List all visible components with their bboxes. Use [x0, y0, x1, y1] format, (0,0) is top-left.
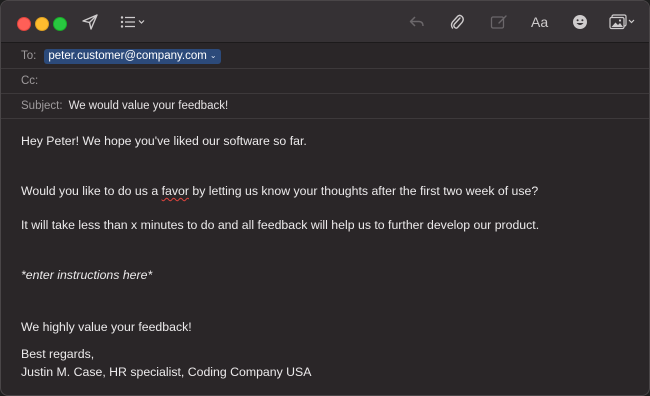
recipient-chip[interactable]: peter.customer@company.com ⌄ — [44, 48, 221, 64]
instructions-line: *enter instructions here* — [21, 268, 153, 282]
greeting-line: Hey Peter! We hope you've liked our soft… — [21, 134, 307, 148]
photo-browser-icon[interactable] — [609, 12, 637, 32]
subject-field[interactable]: We would value your feedback! — [69, 100, 229, 112]
send-icon[interactable] — [81, 12, 99, 32]
toolbar: Aa — [1, 1, 649, 43]
value-line: We highly value your feedback! — [21, 320, 192, 334]
subject-row[interactable]: Subject: We would value your feedback! — [1, 94, 649, 119]
minimize-window-button[interactable] — [35, 17, 49, 31]
font-icon[interactable]: Aa — [531, 12, 548, 32]
emoji-icon[interactable] — [572, 12, 588, 32]
signature-line: Justin M. Case, HR specialist, Coding Co… — [21, 365, 312, 379]
favor-line: Would you like to do us a favor by letti… — [21, 183, 538, 200]
reply-icon[interactable] — [409, 12, 425, 32]
minutes-line: It will take less than x minutes to do a… — [21, 218, 540, 232]
to-row[interactable]: To: peter.customer@company.com ⌄ — [1, 44, 649, 69]
zoom-window-button[interactable] — [53, 17, 67, 31]
sign-off-line: Best regards, — [21, 347, 95, 361]
font-label: Aa — [531, 14, 549, 30]
mail-compose-window: Aa To: peter.customer@company.com ⌄ Cc: … — [0, 0, 650, 396]
close-window-button[interactable] — [17, 17, 31, 31]
misspelled-word[interactable]: favor — [162, 184, 189, 198]
cc-label: Cc: — [21, 75, 39, 87]
to-label: To: — [21, 50, 37, 62]
list-format-icon[interactable] — [119, 12, 147, 32]
recipient-address: peter.customer@company.com — [48, 49, 207, 62]
cc-row[interactable]: Cc: — [1, 69, 649, 94]
favor-text-after: by letting us know your thoughts after t… — [188, 184, 539, 198]
subject-label: Subject: — [21, 100, 63, 112]
markup-icon[interactable] — [490, 12, 508, 32]
favor-text-before: Would you like to do us a — [21, 184, 162, 198]
chevron-down-icon[interactable]: ⌄ — [210, 51, 217, 60]
attachment-icon[interactable] — [450, 12, 464, 32]
